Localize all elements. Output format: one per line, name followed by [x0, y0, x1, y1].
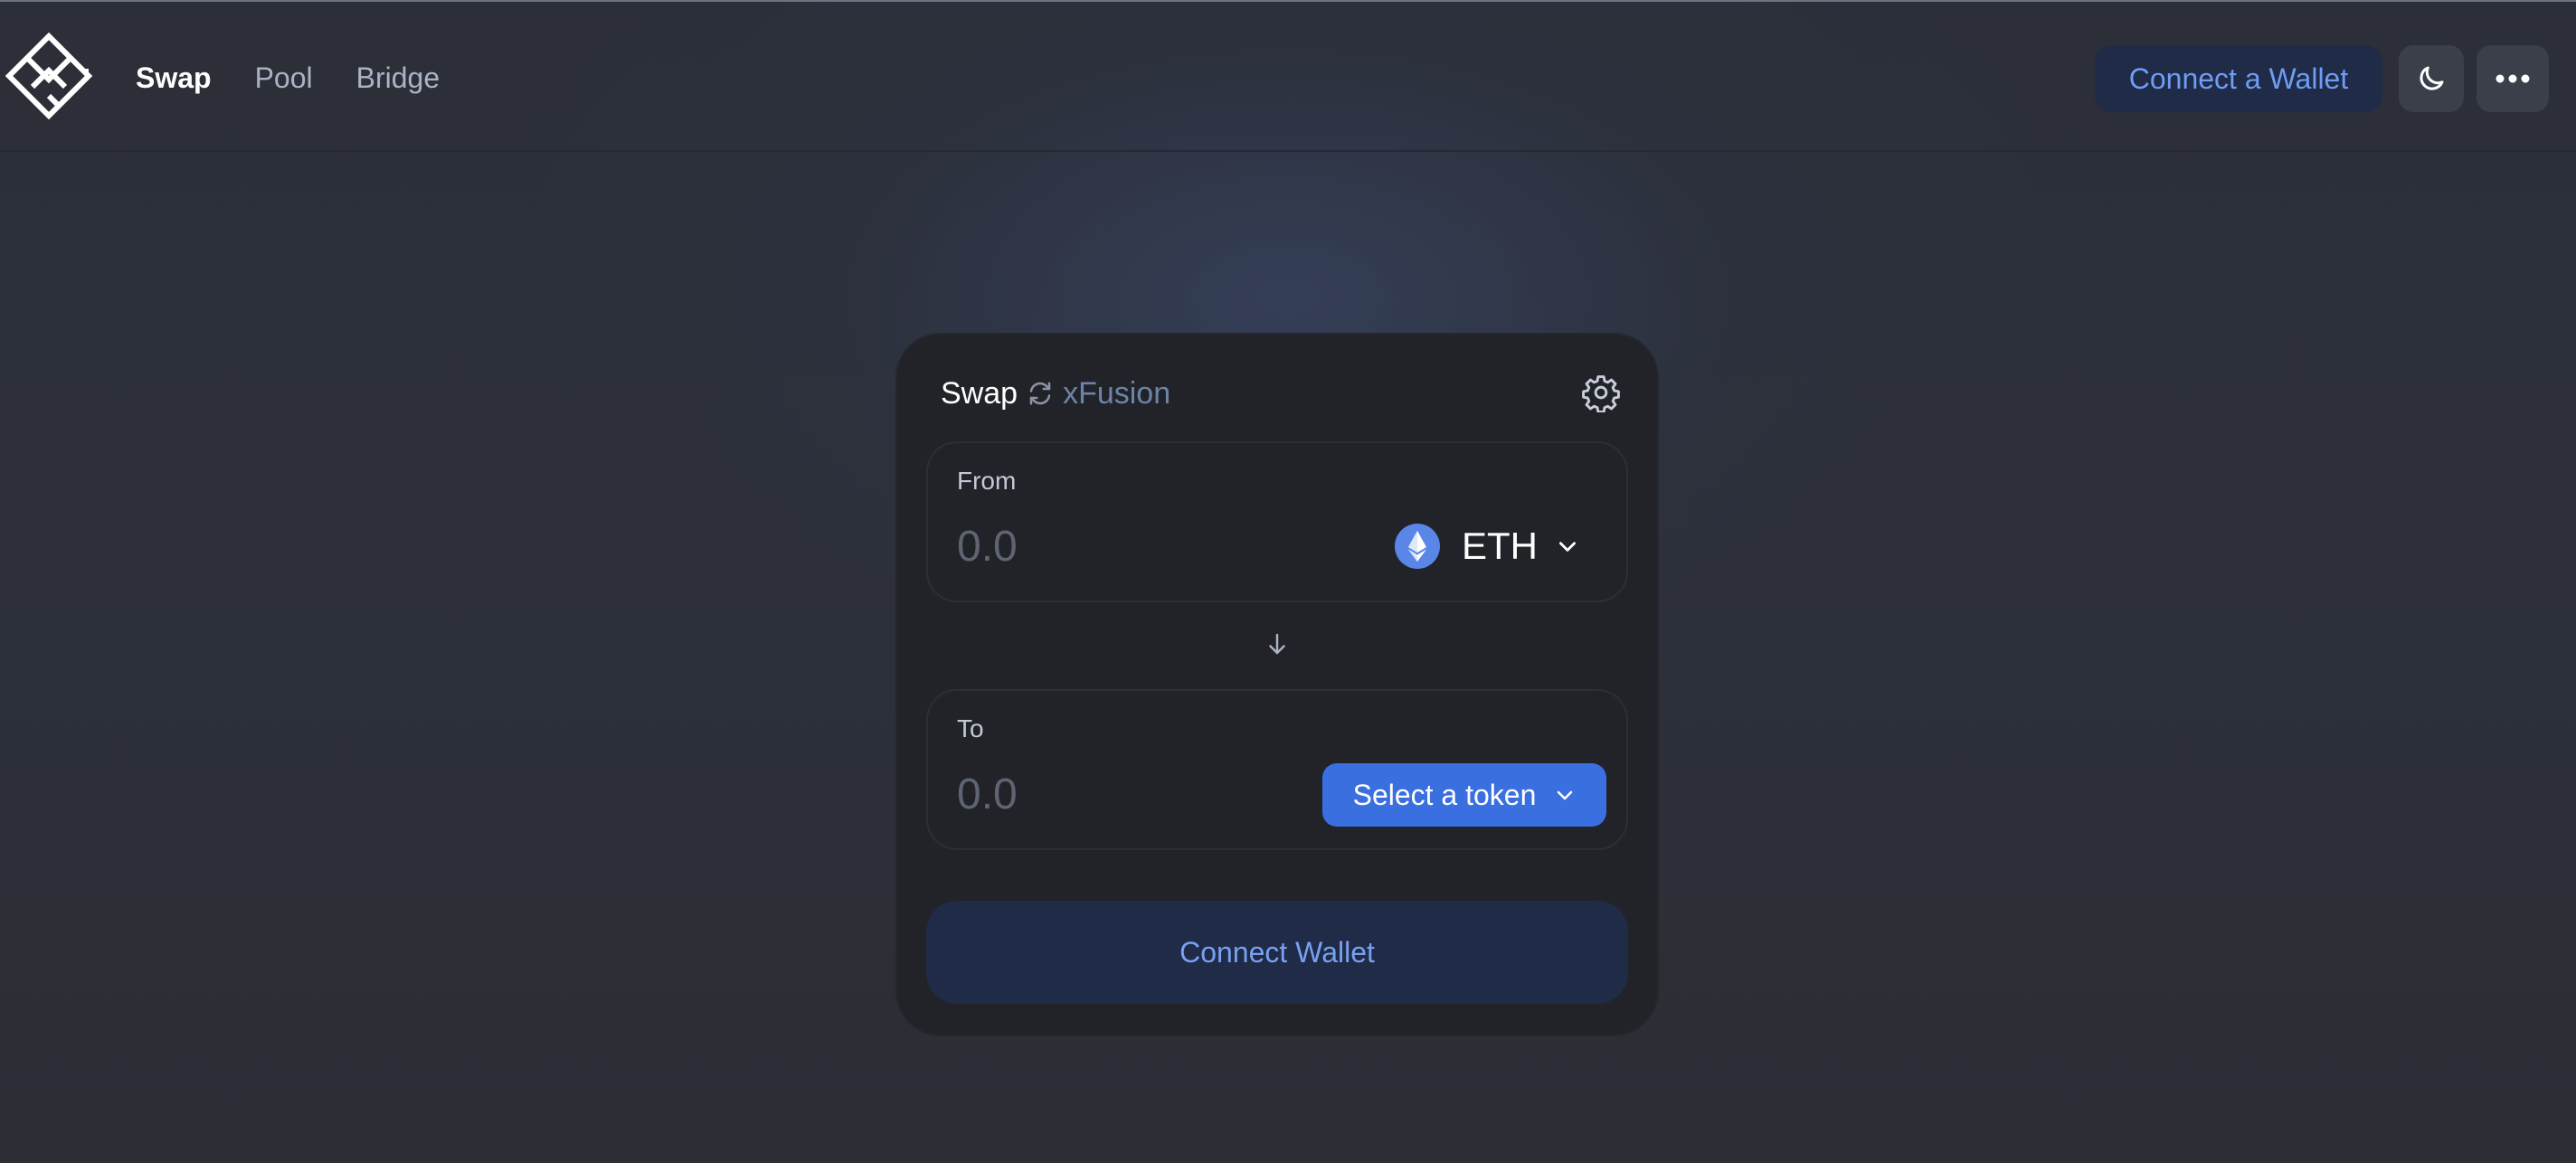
- nav-item-bridge[interactable]: Bridge: [356, 56, 440, 99]
- nav-item-pool[interactable]: Pool: [255, 56, 313, 99]
- from-amount-input[interactable]: [957, 517, 1283, 575]
- to-amount-input[interactable]: [957, 765, 1283, 823]
- main-nav: Swap Pool Bridge: [136, 56, 440, 99]
- swap-card: Swap xFusion From 0.0 ETH To 0.0 Select …: [897, 335, 1657, 1035]
- gear-icon: [1582, 375, 1620, 412]
- swap-card-title: Swap: [941, 376, 1018, 411]
- moon-icon: [2420, 66, 2444, 90]
- to-label: To: [957, 714, 984, 742]
- select-token-label: Select a token: [1352, 778, 1537, 811]
- chevron-down-icon: [1559, 542, 1576, 552]
- to-panel: To Select a token: [926, 689, 1628, 850]
- theme-toggle-button[interactable]: [2399, 45, 2464, 112]
- switch-direction-button[interactable]: [1254, 620, 1301, 667]
- from-label: From: [957, 467, 1017, 495]
- refresh-icon: [1027, 380, 1054, 407]
- from-token-symbol: ETH: [1462, 525, 1538, 567]
- ethereum-icon: [1395, 524, 1440, 569]
- swap-card-header: Swap xFusion: [941, 369, 1170, 418]
- settings-button[interactable]: [1574, 365, 1628, 420]
- from-panel: From ETH: [926, 441, 1628, 602]
- logo-icon[interactable]: [5, 32, 93, 120]
- connect-wallet-main-button[interactable]: Connect Wallet: [926, 901, 1628, 1004]
- top-bar: Swap Pool Bridge Connect a Wallet: [0, 2, 2576, 152]
- connect-wallet-button[interactable]: Connect a Wallet: [2095, 45, 2382, 112]
- arrow-down-icon: [1269, 633, 1285, 655]
- from-token-selector[interactable]: ETH: [1395, 519, 1579, 573]
- swap-provider-name: xFusion: [1063, 376, 1171, 411]
- more-options-button[interactable]: [2477, 45, 2549, 112]
- select-token-button[interactable]: Select a token: [1322, 763, 1606, 827]
- nav-item-swap[interactable]: Swap: [136, 56, 212, 99]
- chevron-down-icon: [1558, 790, 1573, 800]
- ellipsis-icon: [2496, 74, 2530, 83]
